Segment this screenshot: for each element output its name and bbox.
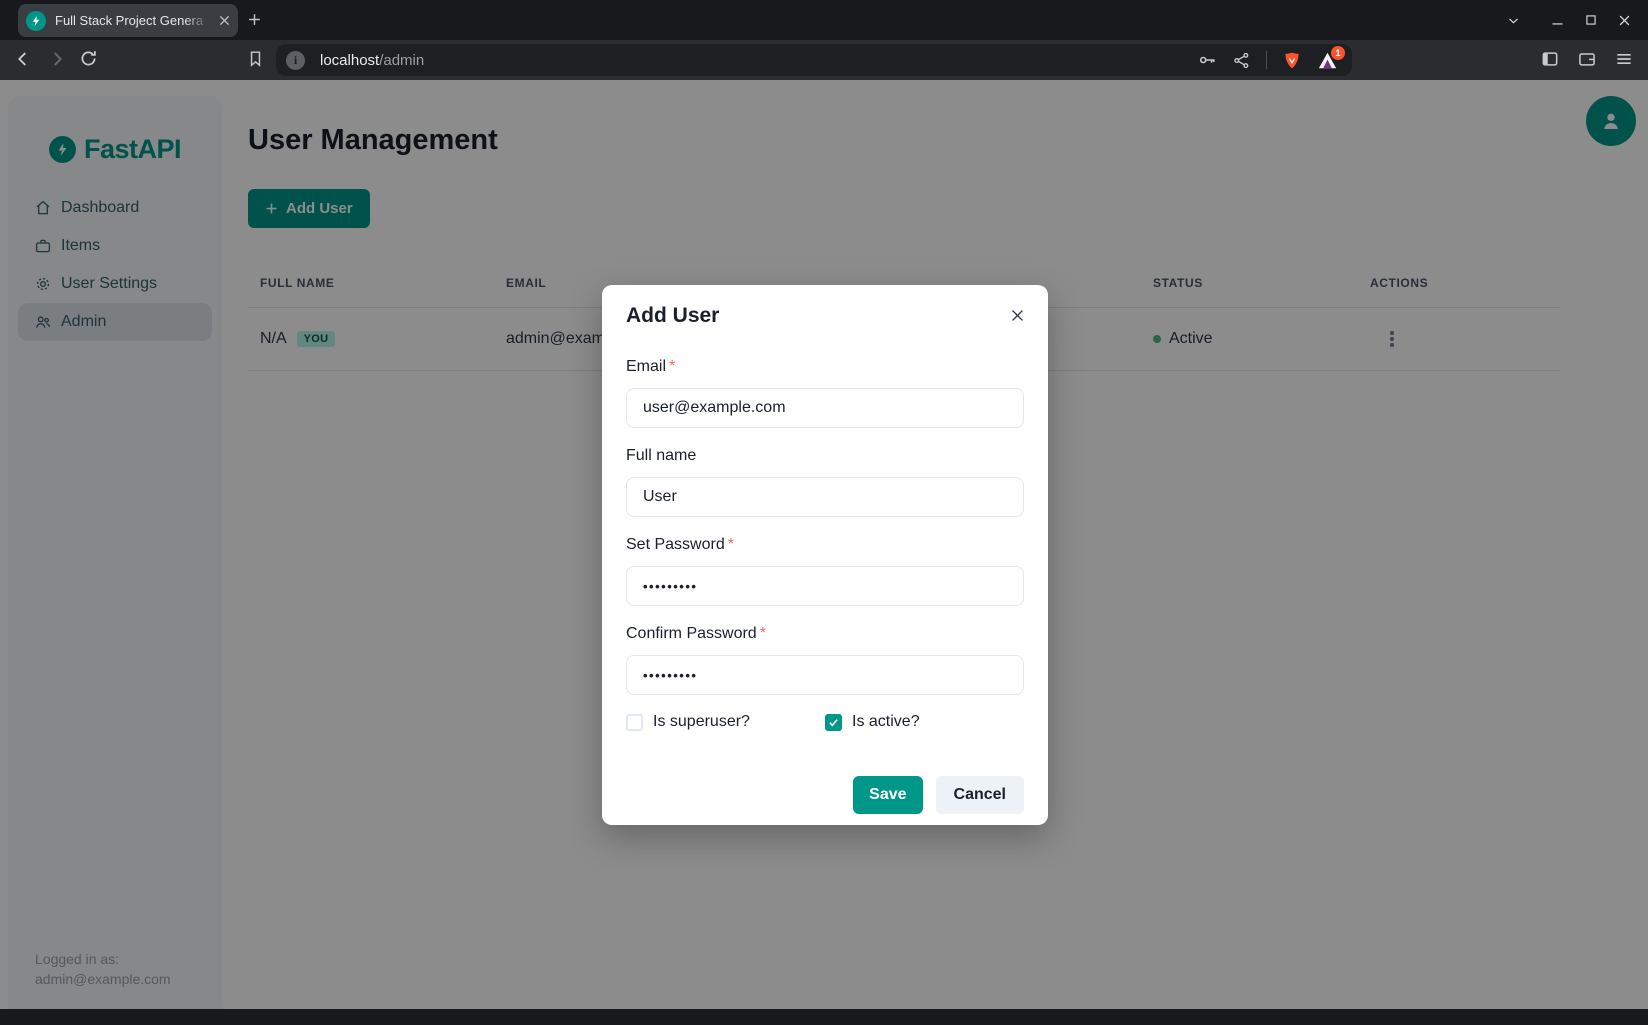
browser-toolbar: i localhost/admin 1 bbox=[0, 40, 1648, 80]
set-password-label: Set Password* bbox=[626, 535, 1024, 554]
required-marker: * bbox=[728, 536, 734, 553]
checkbox-icon[interactable] bbox=[626, 714, 643, 731]
is-superuser-label: Is superuser? bbox=[653, 713, 750, 731]
full-name-field[interactable] bbox=[626, 477, 1024, 517]
required-marker: * bbox=[669, 358, 675, 375]
tab-title: Full Stack Project Genera bbox=[55, 13, 210, 28]
url-path: /admin bbox=[379, 52, 424, 69]
brave-shield-icon[interactable] bbox=[1282, 50, 1302, 71]
add-user-modal: Add User Email* Full name Set Password* … bbox=[602, 285, 1048, 825]
save-button[interactable]: Save bbox=[853, 776, 922, 814]
confirm-password-field-group: Confirm Password* bbox=[626, 624, 1024, 695]
minimize-icon[interactable] bbox=[1550, 13, 1565, 28]
email-label: Email* bbox=[626, 357, 1024, 376]
full-name-field-group: Full name bbox=[626, 446, 1024, 517]
is-active-checkbox[interactable]: Is active? bbox=[825, 713, 1024, 731]
email-field[interactable] bbox=[626, 388, 1024, 428]
confirm-password-label: Confirm Password* bbox=[626, 624, 1024, 643]
is-active-label: Is active? bbox=[852, 713, 920, 731]
url-host: localhost bbox=[320, 52, 379, 69]
required-marker: * bbox=[760, 625, 766, 642]
rewards-badge: 1 bbox=[1331, 46, 1345, 60]
cancel-button[interactable]: Cancel bbox=[936, 776, 1024, 814]
site-info-icon[interactable]: i bbox=[286, 51, 305, 70]
sidebar-toggle-icon[interactable] bbox=[1540, 49, 1560, 69]
fastapi-favicon-icon bbox=[26, 11, 46, 31]
is-superuser-checkbox[interactable]: Is superuser? bbox=[626, 713, 825, 731]
modal-close-icon[interactable] bbox=[1005, 303, 1030, 328]
brave-rewards-icon[interactable]: 1 bbox=[1317, 51, 1338, 70]
modal-title: Add User bbox=[626, 303, 1024, 329]
wallet-icon[interactable] bbox=[1577, 49, 1597, 69]
share-icon[interactable] bbox=[1232, 51, 1251, 70]
window-bottom-edge bbox=[0, 1009, 1648, 1017]
url-text: localhost/admin bbox=[320, 52, 424, 69]
checkbox-row: Is superuser? Is active? bbox=[626, 713, 1024, 731]
bookmark-icon[interactable] bbox=[246, 49, 265, 68]
window-titlebar: Full Stack Project Genera bbox=[0, 0, 1648, 40]
forward-icon[interactable] bbox=[46, 48, 68, 70]
menu-hamburger-icon[interactable] bbox=[1614, 49, 1634, 69]
set-password-field[interactable] bbox=[626, 566, 1024, 606]
full-name-label: Full name bbox=[626, 446, 1024, 465]
tab-close-icon[interactable] bbox=[219, 15, 230, 26]
set-password-field-group: Set Password* bbox=[626, 535, 1024, 606]
confirm-password-field[interactable] bbox=[626, 655, 1024, 695]
email-field-group: Email* bbox=[626, 357, 1024, 428]
password-key-icon[interactable] bbox=[1197, 50, 1217, 70]
modal-actions: Save Cancel bbox=[626, 776, 1024, 814]
new-tab-icon[interactable] bbox=[246, 11, 263, 28]
page-content: FastAPI Dashboard Items User Settings bbox=[0, 80, 1648, 1017]
address-bar[interactable]: i localhost/admin 1 bbox=[276, 44, 1352, 76]
reload-icon[interactable] bbox=[78, 48, 99, 69]
checkbox-icon[interactable] bbox=[825, 714, 842, 731]
window-controls bbox=[1506, 0, 1632, 40]
maximize-icon[interactable] bbox=[1584, 13, 1598, 27]
toolbar-divider bbox=[1266, 51, 1267, 69]
close-window-icon[interactable] bbox=[1617, 13, 1632, 28]
back-icon[interactable] bbox=[12, 48, 34, 70]
browser-tab[interactable]: Full Stack Project Genera bbox=[18, 4, 238, 37]
tab-search-chevron-icon[interactable] bbox=[1506, 13, 1521, 28]
